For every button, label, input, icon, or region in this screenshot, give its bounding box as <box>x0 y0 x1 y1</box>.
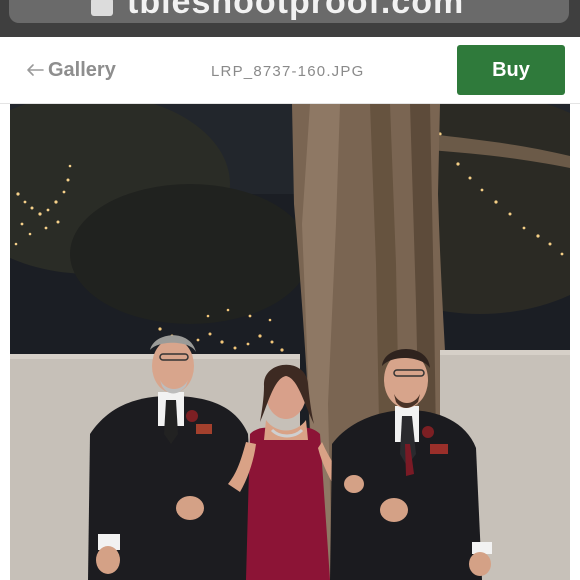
address-bar[interactable]: tbleshootproof.com <box>9 0 569 23</box>
right-margin <box>570 104 580 580</box>
buy-button[interactable]: Buy <box>457 45 565 95</box>
arrow-left-icon <box>27 64 44 76</box>
gallery-photo[interactable] <box>10 104 570 580</box>
gallery-header: Gallery LRP_8737-160.JPG Buy <box>0 37 580 104</box>
back-to-gallery-link[interactable]: Gallery <box>26 57 116 83</box>
left-margin <box>0 104 10 580</box>
back-label: Gallery <box>48 58 116 81</box>
browser-address-strip: tbleshootproof.com <box>0 0 580 37</box>
lock-icon <box>91 0 113 16</box>
photo-filename: LRP_8737-160.JPG <box>211 63 365 80</box>
address-bar-text[interactable]: tbleshootproof.com <box>127 0 464 22</box>
